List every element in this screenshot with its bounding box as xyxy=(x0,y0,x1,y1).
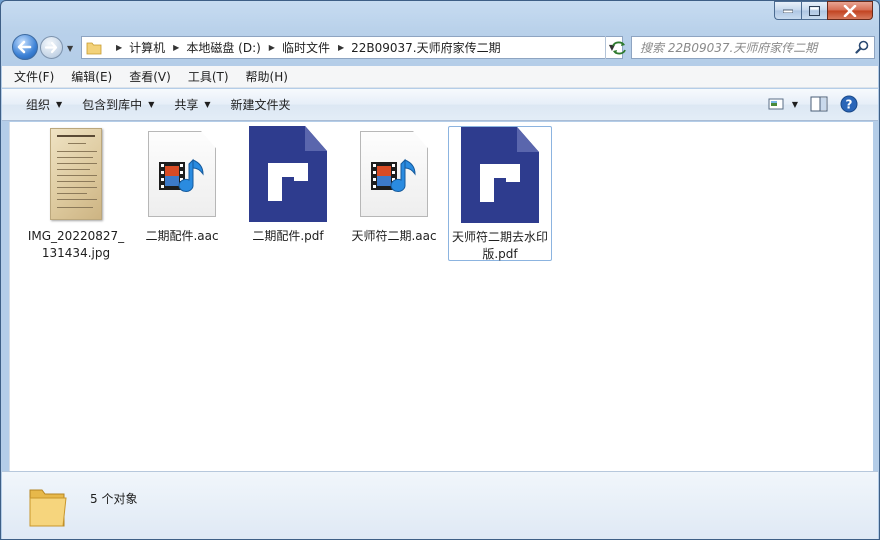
search-input[interactable]: 搜索 22B09037.天师府家传二期 xyxy=(631,36,875,59)
pdf-file-icon xyxy=(461,127,539,223)
audio-file-icon xyxy=(360,131,428,217)
preview-pane-icon xyxy=(810,96,828,112)
refresh-icon xyxy=(611,41,626,54)
refresh-button[interactable] xyxy=(605,36,631,59)
pdf-thumbnail xyxy=(236,126,340,222)
menu-bar: 文件(F) 编辑(E) 查看(V) 工具(T) 帮助(H) xyxy=(2,66,878,88)
chevron-down-icon: ▼ xyxy=(204,100,211,109)
share-button[interactable]: 共享 ▼ xyxy=(174,96,210,113)
search-placeholder: 搜索 22B09037.天师府家传二期 xyxy=(640,41,818,55)
file-list-pane[interactable]: IMG_20220827_131434.jpg 二期配件.aac 二期配件.pd… xyxy=(9,122,873,471)
minimize-button[interactable] xyxy=(774,1,801,20)
share-label: 共享 xyxy=(174,98,199,112)
folder-icon xyxy=(29,489,67,527)
breadcrumb-computer[interactable]: 计算机 xyxy=(129,39,165,56)
explorer-window: ▼ ▶ 计算机 ▶ 本地磁盘 (D:) ▶ 临时文件 ▶ 22B09037.天师… xyxy=(0,0,880,540)
help-button[interactable]: ? xyxy=(840,95,858,113)
breadcrumb-drive[interactable]: 本地磁盘 (D:) xyxy=(186,39,260,56)
breadcrumb-temp-folder[interactable]: 临时文件 xyxy=(282,39,330,56)
close-icon xyxy=(843,4,857,17)
command-bar: 组织 ▼ 包含到库中 ▼ 共享 ▼ 新建文件夹 ▼ ? xyxy=(2,89,878,121)
audio-thumbnail xyxy=(130,126,234,222)
navigation-bar: ▼ ▶ 计算机 ▶ 本地磁盘 (D:) ▶ 临时文件 ▶ 22B09037.天师… xyxy=(9,32,875,62)
pdf-thumbnail xyxy=(449,127,551,223)
breadcrumb-chevron-icon[interactable]: ▶ xyxy=(173,43,179,52)
file-name: 天师符二期去水印版.pdf xyxy=(451,230,548,261)
folder-icon xyxy=(86,42,102,54)
close-button[interactable] xyxy=(827,1,873,20)
chevron-down-icon: ▼ xyxy=(148,100,155,109)
minimize-icon xyxy=(783,9,793,13)
media-note-icon xyxy=(371,158,416,192)
file-item-jpg[interactable]: IMG_20220827_131434.jpg xyxy=(24,126,128,262)
back-button[interactable] xyxy=(12,34,38,60)
file-item-aac[interactable]: 二期配件.aac xyxy=(130,126,234,245)
menu-help[interactable]: 帮助(H) xyxy=(246,68,288,85)
change-view-button[interactable]: ▼ xyxy=(768,97,798,111)
breadcrumb-chevron-icon[interactable]: ▶ xyxy=(269,43,275,52)
recent-pages-dropdown[interactable]: ▼ xyxy=(67,44,73,53)
include-in-library-button[interactable]: 包含到库中 ▼ xyxy=(82,96,154,113)
menu-tools[interactable]: 工具(T) xyxy=(188,68,229,85)
pdf-reader-logo-icon xyxy=(268,163,308,201)
view-icon xyxy=(768,98,784,110)
chevron-down-icon: ▼ xyxy=(56,100,63,109)
help-icon: ? xyxy=(840,95,858,113)
file-name: 天师符二期.aac xyxy=(351,229,437,243)
menu-view[interactable]: 查看(V) xyxy=(129,68,171,85)
audio-file-icon xyxy=(148,131,216,217)
breadcrumb-chevron-icon[interactable]: ▶ xyxy=(338,43,344,52)
back-arrow-icon xyxy=(17,40,32,54)
maximize-icon xyxy=(809,5,820,16)
new-folder-button[interactable]: 新建文件夹 xyxy=(231,96,291,113)
file-item-pdf[interactable]: 二期配件.pdf xyxy=(236,126,340,245)
pdf-reader-logo-icon xyxy=(480,164,520,202)
organize-label: 组织 xyxy=(26,98,51,112)
svg-text:?: ? xyxy=(846,98,853,112)
breadcrumb-chevron-icon[interactable]: ▶ xyxy=(116,43,122,52)
preview-pane-button[interactable] xyxy=(810,96,828,112)
details-pane: 5 个对象 xyxy=(2,471,878,539)
file-name: 二期配件.pdf xyxy=(252,229,324,243)
file-name: IMG_20220827_131434.jpg xyxy=(27,229,125,260)
image-thumbnail xyxy=(24,126,128,222)
menu-file[interactable]: 文件(F) xyxy=(14,68,54,85)
pdf-file-icon xyxy=(249,126,327,222)
maximize-button[interactable] xyxy=(801,1,827,20)
breadcrumb: ▶ 计算机 ▶ 本地磁盘 (D:) ▶ 临时文件 ▶ 22B09037.天师府家… xyxy=(108,39,501,56)
file-item-pdf-selected[interactable]: 天师符二期去水印版.pdf xyxy=(448,126,552,261)
breadcrumb-current-folder[interactable]: 22B09037.天师府家传二期 xyxy=(351,39,501,56)
new-folder-label: 新建文件夹 xyxy=(230,98,291,112)
file-name: 二期配件.aac xyxy=(145,229,219,243)
address-bar[interactable]: ▶ 计算机 ▶ 本地磁盘 (D:) ▶ 临时文件 ▶ 22B09037.天师府家… xyxy=(81,36,623,59)
audio-thumbnail xyxy=(342,126,446,222)
file-item-aac[interactable]: 天师符二期.aac xyxy=(342,126,446,245)
media-note-icon xyxy=(159,158,204,192)
menu-edit[interactable]: 编辑(E) xyxy=(71,68,112,85)
forward-arrow-icon xyxy=(44,41,58,54)
document-photo-icon xyxy=(50,128,102,220)
search-icon[interactable] xyxy=(855,40,869,54)
caption-buttons xyxy=(774,1,873,20)
include-library-label: 包含到库中 xyxy=(82,98,143,112)
view-options-chevron-icon[interactable]: ▼ xyxy=(792,100,798,109)
organize-button[interactable]: 组织 ▼ xyxy=(26,96,62,113)
item-count: 5 个对象 xyxy=(90,492,138,506)
forward-button[interactable] xyxy=(40,36,63,59)
view-controls: ▼ ? xyxy=(756,95,858,113)
